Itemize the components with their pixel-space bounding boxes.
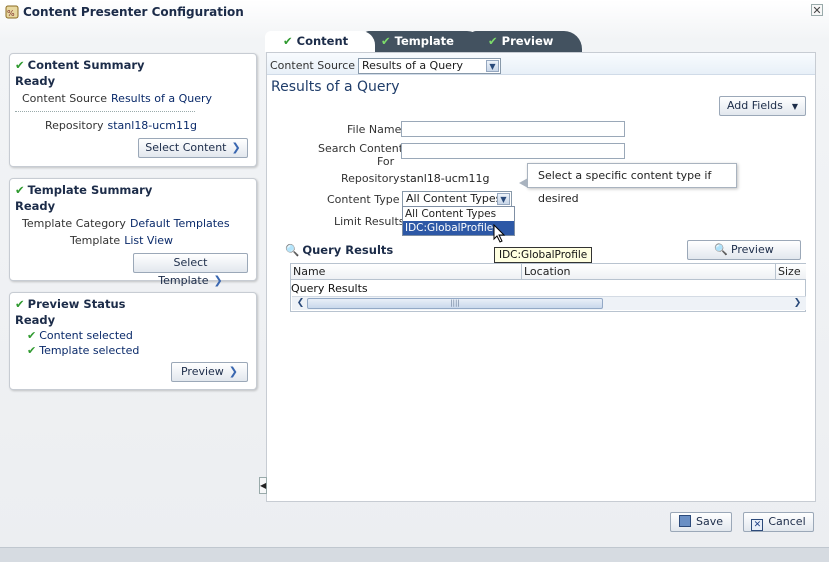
check-icon: ✔: [381, 34, 391, 48]
column-header-size[interactable]: Size: [776, 264, 806, 280]
tab-content[interactable]: ✔ Content: [265, 31, 375, 52]
scroll-left-icon[interactable]: ❮: [294, 298, 307, 309]
scroll-right-icon[interactable]: ❯: [791, 298, 804, 309]
repository-row: Repository stanl18-ucm11g: [45, 119, 197, 132]
save-button[interactable]: Save: [670, 512, 732, 532]
table-row: Query Results: [291, 282, 368, 295]
content-source-label: Content Source: [270, 59, 356, 72]
hover-tooltip: IDC:GlobalProfile: [494, 247, 593, 263]
chevron-down-icon: ▼: [486, 60, 499, 72]
file-name-label: File Name: [347, 123, 402, 136]
magnifier-icon: 🔍: [285, 243, 300, 257]
check-icon: ✔: [27, 329, 37, 342]
repository-value: stanl18-ucm11g: [400, 172, 490, 185]
preview-button[interactable]: Preview ❯: [171, 362, 248, 382]
preview-status-panel: ✔ Preview Status Ready ✔ Content selected …: [9, 292, 257, 390]
tab-preview[interactable]: ✔ Preview: [470, 31, 582, 52]
content-type-select[interactable]: All Content Types ▼: [402, 191, 512, 207]
chevron-right-icon: ❯: [213, 274, 223, 287]
cancel-button[interactable]: ✕ Cancel: [743, 512, 814, 532]
content-source-select[interactable]: Results of a Query ▼: [358, 58, 501, 74]
window-title: Content Presenter Configuration: [23, 5, 244, 19]
content-type-label: Content Type: [327, 193, 400, 206]
check-icon: ✔: [27, 344, 37, 357]
close-icon[interactable]: ✕: [811, 4, 823, 16]
template-row: Template List View: [70, 234, 174, 247]
magnifier-icon: 🔍: [714, 243, 728, 256]
query-results-table: Name Location Size Query Results ❮ |||| …: [290, 263, 806, 312]
content-source-row: Content Source Results of a Query: [22, 92, 213, 105]
horizontal-scrollbar[interactable]: ❮ |||| ❯: [292, 296, 806, 310]
content-selected-item: ✔ Content selected: [27, 329, 133, 342]
tab-template[interactable]: ✔ Template: [363, 31, 485, 52]
search-content-label-2: For: [377, 155, 395, 168]
select-template-button[interactable]: Select Template ❯: [133, 253, 248, 287]
status-bar: [0, 547, 829, 562]
content-summary-title: ✔ Content Summary: [15, 58, 145, 72]
scrollbar-thumb[interactable]: ||||: [307, 298, 603, 309]
preview-status-status: Ready: [15, 313, 56, 327]
template-summary-status: Ready: [15, 199, 56, 213]
cursor-icon: [493, 224, 506, 243]
check-icon: ✔: [488, 34, 498, 48]
chevron-right-icon: ❯: [228, 365, 239, 378]
preview-results-button[interactable]: 🔍Preview Results: [687, 240, 801, 274]
content-summary-panel: ✔ Content Summary Ready Content Source Res…: [9, 53, 257, 167]
check-icon: ✔: [15, 297, 25, 311]
option-all-content-types[interactable]: All Content Types: [403, 207, 514, 221]
cancel-icon: ✕: [751, 519, 764, 531]
select-content-button[interactable]: Select Content ❯: [138, 138, 248, 158]
content-tab-panel: Content Source Results of a Query ▼ Resu…: [266, 52, 816, 502]
title-bar: % Content Presenter Configuration ✕: [0, 0, 829, 26]
column-header-location[interactable]: Location: [522, 264, 776, 280]
column-header-name[interactable]: Name: [291, 264, 522, 280]
query-results-title: 🔍 Query Results: [285, 243, 394, 257]
template-category-row: Template Category Default Templates: [22, 217, 230, 230]
chevron-right-icon: ❯: [231, 141, 241, 154]
dialog-window: % Content Presenter Configuration ✕ ✔ Con…: [0, 0, 829, 562]
preview-status-title: ✔ Preview Status: [15, 297, 126, 311]
save-icon: [678, 515, 691, 527]
content-summary-status: Ready: [15, 74, 56, 88]
page-title: Results of a Query: [271, 79, 400, 95]
collapse-panel-icon[interactable]: ◀: [259, 477, 267, 494]
gear-icon: %: [5, 5, 19, 19]
repository-label: Repository: [341, 172, 400, 185]
template-summary-panel: ✔ Template Summary Ready Template Categor…: [9, 178, 257, 287]
search-content-label: Search Content: [318, 142, 404, 155]
file-name-input[interactable]: [401, 121, 625, 137]
limit-results-label: Limit Results: [334, 215, 405, 228]
template-selected-item: ✔ Template selected: [27, 344, 140, 357]
svg-text:%: %: [7, 9, 15, 18]
search-content-input[interactable]: [401, 143, 625, 159]
check-icon: ✔: [15, 183, 25, 197]
check-icon: ✔: [15, 58, 25, 72]
divider: [15, 111, 195, 112]
check-icon: ✔: [283, 34, 293, 48]
content-type-tooltip: Select a specific content type if desire…: [519, 163, 737, 205]
add-fields-button[interactable]: Add Fields ▼: [719, 96, 806, 116]
template-summary-title: ✔ Template Summary: [15, 183, 153, 197]
chevron-down-icon: ▼: [791, 102, 799, 111]
chevron-down-icon: ▼: [497, 193, 510, 205]
